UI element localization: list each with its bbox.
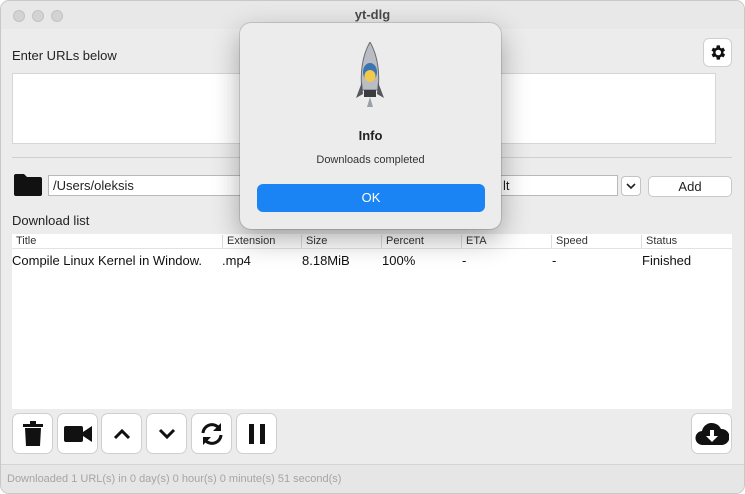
chevron-up-icon bbox=[113, 428, 130, 439]
python-rocket-icon bbox=[356, 42, 384, 107]
cell-percent: 100% bbox=[382, 253, 416, 268]
column-extension[interactable]: Extension bbox=[222, 235, 275, 248]
list-header: Title Extension Size Percent ETA Speed S… bbox=[12, 234, 732, 249]
cell-title: Compile Linux Kernel in Window. bbox=[12, 253, 203, 268]
move-down-button[interactable] bbox=[146, 413, 187, 454]
chevron-down-icon bbox=[626, 183, 636, 190]
video-camera-icon bbox=[63, 425, 92, 442]
refresh-icon bbox=[201, 422, 222, 445]
info-dialog: Info Downloads completed OK bbox=[240, 23, 501, 229]
chevron-down-icon bbox=[158, 428, 175, 439]
dialog-title: Info bbox=[358, 128, 383, 143]
status-text: Downloaded 1 URL(s) in 0 day(s) 0 hour(s… bbox=[7, 473, 342, 485]
download-list-label: Download list bbox=[12, 213, 90, 228]
play-video-button[interactable] bbox=[57, 413, 98, 454]
pause-button[interactable] bbox=[236, 413, 277, 454]
cell-extension: .mp4 bbox=[222, 253, 251, 268]
urls-label: Enter URLs below bbox=[12, 48, 117, 63]
column-title[interactable]: Title bbox=[12, 235, 36, 248]
cell-eta: - bbox=[462, 253, 467, 268]
add-button[interactable]: Add bbox=[648, 176, 732, 197]
cell-speed: - bbox=[552, 253, 557, 268]
settings-button[interactable] bbox=[703, 38, 732, 67]
dialog-message: Downloads completed bbox=[316, 154, 425, 166]
ok-button[interactable]: OK bbox=[257, 184, 485, 212]
format-select-value: lt bbox=[503, 178, 510, 193]
cell-status: Finished bbox=[642, 253, 692, 268]
trash-icon bbox=[22, 420, 43, 446]
column-size[interactable]: Size bbox=[301, 235, 327, 248]
column-percent[interactable]: Percent bbox=[381, 235, 424, 248]
window-title: yt-dlg bbox=[354, 7, 391, 22]
delete-button[interactable] bbox=[12, 413, 53, 454]
reload-button[interactable] bbox=[191, 413, 232, 454]
cloud-download-icon bbox=[695, 422, 729, 445]
download-list[interactable]: Title Extension Size Percent ETA Speed S… bbox=[12, 234, 732, 409]
pause-icon bbox=[248, 423, 265, 444]
format-dropdown-button[interactable] bbox=[621, 176, 641, 196]
move-up-button[interactable] bbox=[101, 413, 142, 454]
status-bar: Downloaded 1 URL(s) in 0 day(s) 0 hour(s… bbox=[1, 464, 744, 493]
column-speed[interactable]: Speed bbox=[551, 235, 588, 248]
gear-icon bbox=[711, 45, 726, 60]
start-download-button[interactable] bbox=[691, 413, 732, 454]
column-eta[interactable]: ETA bbox=[461, 235, 487, 248]
folder-icon[interactable] bbox=[13, 173, 43, 197]
cell-size: 8.18MiB bbox=[302, 253, 350, 268]
column-status[interactable]: Status bbox=[641, 235, 677, 248]
